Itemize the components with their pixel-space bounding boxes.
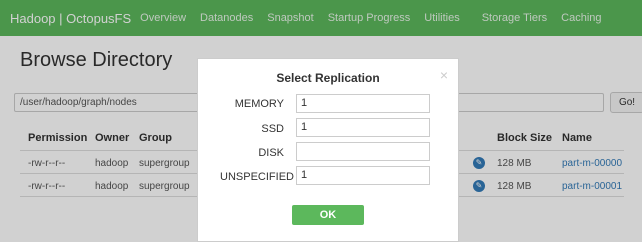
ssd-replication-input[interactable]: 1 bbox=[296, 118, 430, 137]
ssd-label: SSD bbox=[261, 123, 284, 135]
memory-replication-input[interactable]: 1 bbox=[296, 94, 430, 113]
disk-label: DISK bbox=[258, 147, 284, 159]
disk-replication-input[interactable] bbox=[296, 142, 430, 161]
modal-title: Select Replication bbox=[276, 71, 380, 85]
unspecified-replication-input[interactable]: 1 bbox=[296, 166, 430, 185]
memory-label: MEMORY bbox=[234, 98, 284, 110]
unspecified-label: UNSPECIFIED bbox=[220, 171, 294, 183]
ok-button[interactable]: OK bbox=[292, 205, 364, 225]
close-icon[interactable]: × bbox=[440, 67, 448, 83]
replication-modal: Select Replication × MEMORY 1 SSD 1 DISK… bbox=[197, 58, 459, 242]
